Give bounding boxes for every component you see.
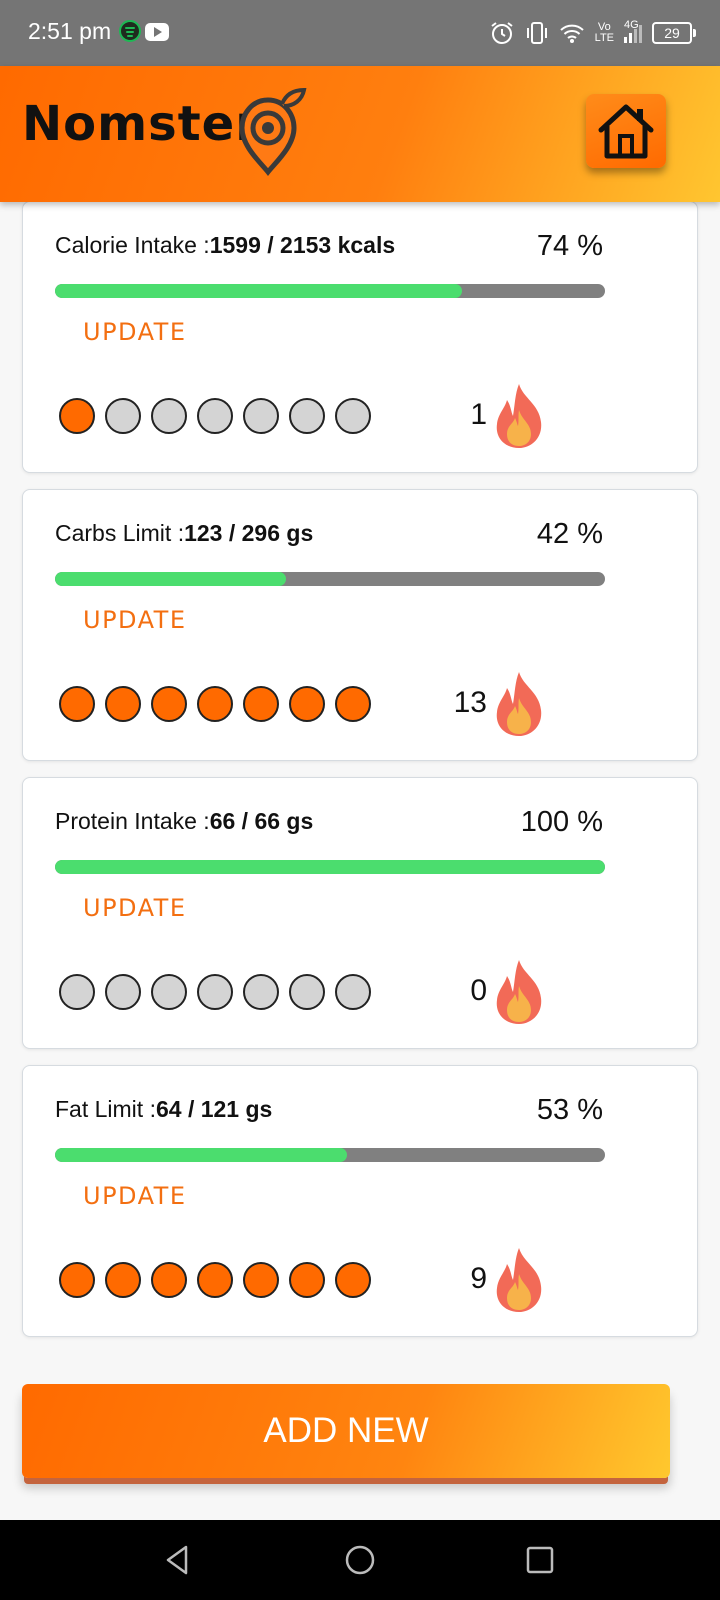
vibrate-icon — [526, 22, 547, 44]
progress-fill — [55, 1148, 347, 1162]
status-time: 2:51 pm — [28, 18, 112, 44]
day-dot — [59, 686, 95, 722]
status-bar: 2:51 pm Vo LTE 4G 29 — [0, 0, 720, 66]
day-dot — [197, 1262, 233, 1298]
update-button[interactable]: UPDATE — [83, 894, 186, 922]
week-dots — [59, 1262, 371, 1298]
progress-bar — [55, 860, 605, 874]
day-dot — [243, 974, 279, 1010]
tracker-percent: 53 % — [536, 1094, 603, 1126]
battery-icon: 29 — [652, 22, 696, 44]
tracker-value: 1599 / 2153 kcals — [209, 232, 396, 258]
tracker-value: 123 / 296 gs — [184, 520, 314, 546]
back-triangle-icon[interactable] — [160, 1542, 196, 1578]
day-dot — [59, 398, 95, 434]
day-dot — [243, 1262, 279, 1298]
tracker-label: Calorie Intake :1599 / 2153 kcals — [55, 232, 396, 258]
tracker-card-3: Fat Limit :64 / 121 gs 53 % UPDATE 9 — [22, 1065, 698, 1337]
day-dot — [289, 1262, 325, 1298]
progress-fill — [55, 572, 286, 586]
week-dots — [59, 974, 371, 1010]
tracker-value: 64 / 121 gs — [155, 1096, 273, 1122]
tracker-label: Carbs Limit :123 / 296 gs — [55, 520, 314, 546]
flame-icon — [496, 384, 542, 448]
content-scroll-area[interactable]: Calorie Intake :1599 / 2153 kcals 74 % U… — [0, 202, 720, 1520]
progress-fill — [55, 284, 462, 298]
streak-count: 9 — [470, 1262, 487, 1295]
flame-icon — [496, 1248, 542, 1312]
day-dot — [59, 1262, 95, 1298]
logo-icon — [239, 87, 307, 177]
home-button[interactable] — [586, 94, 666, 168]
day-dot — [335, 1262, 371, 1298]
tracker-card-0: Calorie Intake :1599 / 2153 kcals 74 % U… — [22, 202, 698, 473]
day-dot — [105, 1262, 141, 1298]
progress-bar — [55, 284, 605, 298]
tracker-percent: 74 % — [536, 230, 603, 262]
day-dot — [289, 398, 325, 434]
day-dot — [59, 974, 95, 1010]
day-dot — [105, 398, 141, 434]
home-circle-icon[interactable] — [342, 1542, 378, 1578]
tracker-label: Protein Intake :66 / 66 gs — [55, 808, 314, 834]
day-dot — [243, 686, 279, 722]
streak-count: 13 — [453, 686, 487, 719]
tracker-label: Fat Limit :64 / 121 gs — [55, 1096, 273, 1122]
tracker-value: 66 / 66 gs — [209, 808, 314, 834]
home-icon — [598, 104, 654, 159]
day-dot — [151, 1262, 187, 1298]
day-dot — [197, 398, 233, 434]
week-dots — [59, 398, 371, 434]
volte-icon: Vo LTE — [594, 21, 614, 44]
status-icons: Vo LTE 4G 29 — [489, 18, 696, 48]
tracker-card-2: Protein Intake :66 / 66 gs 100 % UPDATE … — [22, 777, 698, 1049]
day-dot — [197, 686, 233, 722]
youtube-icon — [145, 23, 169, 41]
week-dots — [59, 686, 371, 722]
system-nav-bar — [0, 1520, 720, 1600]
spotify-icon — [119, 20, 141, 42]
app-bar: Nomster — [0, 66, 720, 202]
update-button[interactable]: UPDATE — [83, 606, 186, 634]
day-dot — [105, 686, 141, 722]
day-dot — [335, 398, 371, 434]
streak-count: 0 — [470, 974, 487, 1007]
wifi-icon — [559, 24, 584, 43]
tracker-percent: 100 % — [520, 806, 603, 838]
day-dot — [243, 398, 279, 434]
streak-count: 1 — [470, 398, 487, 431]
progress-bar — [55, 1148, 605, 1162]
add-new-button[interactable]: ADD NEW — [22, 1384, 670, 1478]
flame-icon — [496, 960, 542, 1024]
alarm-icon — [491, 22, 513, 44]
signal-icon: 4G — [624, 19, 642, 43]
day-dot — [335, 974, 371, 1010]
update-button[interactable]: UPDATE — [83, 318, 186, 346]
progress-fill — [55, 860, 605, 874]
flame-icon — [496, 672, 542, 736]
day-dot — [151, 686, 187, 722]
day-dot — [151, 974, 187, 1010]
tracker-percent: 42 % — [536, 518, 603, 550]
day-dot — [197, 974, 233, 1010]
recents-square-icon[interactable] — [522, 1542, 558, 1578]
app-title: Nomster — [22, 96, 260, 152]
day-dot — [289, 686, 325, 722]
day-dot — [105, 974, 141, 1010]
update-button[interactable]: UPDATE — [83, 1182, 186, 1210]
progress-bar — [55, 572, 605, 586]
tracker-card-1: Carbs Limit :123 / 296 gs 42 % UPDATE 13 — [22, 489, 698, 761]
day-dot — [335, 686, 371, 722]
day-dot — [151, 398, 187, 434]
day-dot — [289, 974, 325, 1010]
